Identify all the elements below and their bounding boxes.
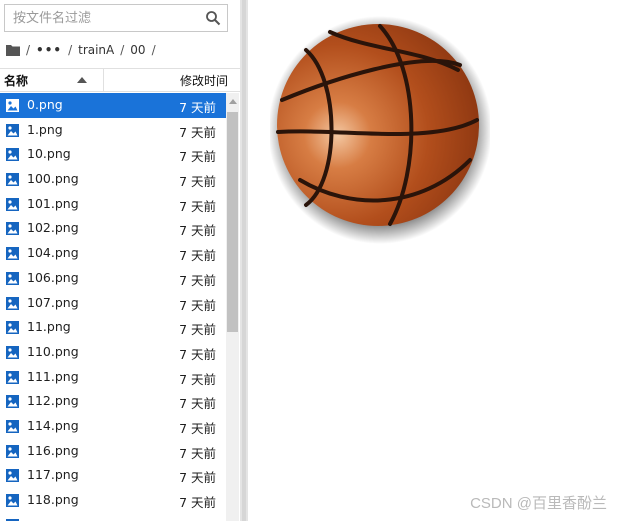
image-file-icon xyxy=(6,494,19,507)
file-name: 102.png xyxy=(27,220,79,236)
file-modified-time: 7 天前 xyxy=(179,470,216,486)
image-file-icon xyxy=(6,444,19,458)
column-header-modified[interactable]: 修改时间 xyxy=(180,72,228,89)
file-row[interactable]: 10.png 7 天前 xyxy=(0,142,226,167)
breadcrumb-item-00[interactable]: 00 xyxy=(130,43,145,57)
file-row[interactable]: 0.png 7 天前 xyxy=(0,93,226,118)
file-browser-panel: / ••• / trainA / 00 / 名称 修改时间 0.png7 天前1… xyxy=(0,0,240,521)
file-name: 116.png xyxy=(27,442,79,458)
basketball-image xyxy=(270,16,490,244)
file-row[interactable]: 11.png 7 天前 xyxy=(0,315,226,340)
column-header-name[interactable]: 名称 xyxy=(4,72,28,89)
image-file-icon xyxy=(6,345,19,359)
image-file-icon xyxy=(6,419,19,433)
search-input[interactable] xyxy=(13,9,203,27)
file-modified-time: 7 天前 xyxy=(179,297,216,313)
image-file-icon xyxy=(6,395,19,409)
image-file-icon xyxy=(6,173,19,187)
file-modified-time: 7 天前 xyxy=(179,272,216,288)
search-icon[interactable] xyxy=(205,10,221,26)
file-name: 111.png xyxy=(27,368,79,384)
file-name: 104.png xyxy=(27,245,79,261)
file-modified-time: 7 天前 xyxy=(179,445,216,461)
file-name: 112.png xyxy=(27,393,79,409)
file-row[interactable]: 118.png 7 天前 xyxy=(0,488,226,513)
breadcrumb-separator: / xyxy=(151,43,156,57)
image-file-icon xyxy=(6,222,19,236)
file-row[interactable]: 114.png 7 天前 xyxy=(0,414,226,439)
watermark: CSDN @百里香酚兰 xyxy=(470,495,607,512)
file-row[interactable]: 117.png 7 天前 xyxy=(0,463,226,488)
file-row[interactable]: 112.png 7 天前 xyxy=(0,389,226,414)
file-list: 0.png 7 天前 1.png 7 天前 10.png 7 天前 100.png 7 天前 1… xyxy=(0,93,226,521)
image-file-icon xyxy=(6,296,19,310)
file-name: 1.png xyxy=(27,121,63,137)
search-box[interactable] xyxy=(4,4,228,32)
breadcrumb-ellipsis[interactable]: ••• xyxy=(36,43,62,57)
list-header: 名称 修改时间 xyxy=(0,68,240,92)
image-file-icon xyxy=(6,271,19,285)
panel-splitter[interactable] xyxy=(240,0,248,521)
file-row[interactable]: 101.png 7 天前 xyxy=(0,192,226,217)
file-name: 101.png xyxy=(27,195,79,211)
file-modified-time: 7 天前 xyxy=(179,198,216,214)
column-divider[interactable] xyxy=(103,69,104,91)
file-modified-time: 7 天前 xyxy=(179,420,216,436)
breadcrumb-item-traina[interactable]: trainA xyxy=(78,43,114,57)
image-file-icon xyxy=(6,99,19,112)
file-row[interactable]: 7 天前 xyxy=(0,513,226,521)
image-preview: CSDN @百里香酚兰 xyxy=(248,0,621,521)
breadcrumb-separator: / xyxy=(68,43,73,57)
file-modified-time: 7 天前 xyxy=(179,346,216,362)
file-name: 100.png xyxy=(27,171,79,187)
file-row[interactable]: 111.png 7 天前 xyxy=(0,365,226,390)
file-name: 11.png xyxy=(27,319,71,335)
image-file-icon xyxy=(6,370,19,384)
file-row[interactable]: 107.png 7 天前 xyxy=(0,291,226,316)
breadcrumb-separator: / xyxy=(26,43,31,57)
file-modified-time: 7 天前 xyxy=(179,248,216,264)
file-row[interactable]: 102.png 7 天前 xyxy=(0,216,226,241)
file-row[interactable]: 1.png 7 天前 xyxy=(0,118,226,143)
file-row[interactable]: 100.png 7 天前 xyxy=(0,167,226,192)
file-row[interactable]: 106.png 7 天前 xyxy=(0,266,226,291)
file-name: 107.png xyxy=(27,294,79,310)
image-file-icon xyxy=(6,197,19,211)
file-modified-time: 7 天前 xyxy=(179,174,216,190)
scrollbar[interactable] xyxy=(226,93,239,521)
file-modified-time: 7 天前 xyxy=(179,322,216,338)
file-name: 114.png xyxy=(27,417,79,433)
file-modified-time: 7 天前 xyxy=(179,495,216,510)
file-name: 10.png xyxy=(27,146,71,162)
file-modified-time: 7 天前 xyxy=(179,371,216,387)
file-row[interactable]: 116.png 7 天前 xyxy=(0,439,226,464)
file-modified-time: 7 天前 xyxy=(179,149,216,165)
file-modified-time: 7 天前 xyxy=(179,396,216,412)
file-name: 0.png xyxy=(27,97,63,112)
file-row[interactable]: 110.png 7 天前 xyxy=(0,340,226,365)
folder-icon[interactable] xyxy=(6,44,20,56)
file-name: 110.png xyxy=(27,343,79,359)
image-file-icon xyxy=(6,123,19,137)
file-row[interactable]: 104.png 7 天前 xyxy=(0,241,226,266)
file-name: 118.png xyxy=(27,492,79,507)
file-modified-time: 7 天前 xyxy=(179,100,216,115)
file-modified-time: 7 天前 xyxy=(179,124,216,140)
image-file-icon xyxy=(6,247,19,261)
breadcrumb: / ••• / trainA / 00 / xyxy=(6,41,162,59)
scroll-up-arrow-icon[interactable] xyxy=(229,99,237,104)
file-name: 117.png xyxy=(27,467,79,483)
image-file-icon xyxy=(6,148,19,162)
scrollbar-thumb[interactable] xyxy=(227,112,238,332)
file-name: 106.png xyxy=(27,269,79,285)
file-modified-time: 7 天前 xyxy=(179,517,216,521)
file-modified-time: 7 天前 xyxy=(179,223,216,239)
sort-ascending-icon[interactable] xyxy=(77,77,87,83)
image-file-icon xyxy=(6,469,19,483)
breadcrumb-separator: / xyxy=(120,43,125,57)
image-file-icon xyxy=(6,321,19,335)
